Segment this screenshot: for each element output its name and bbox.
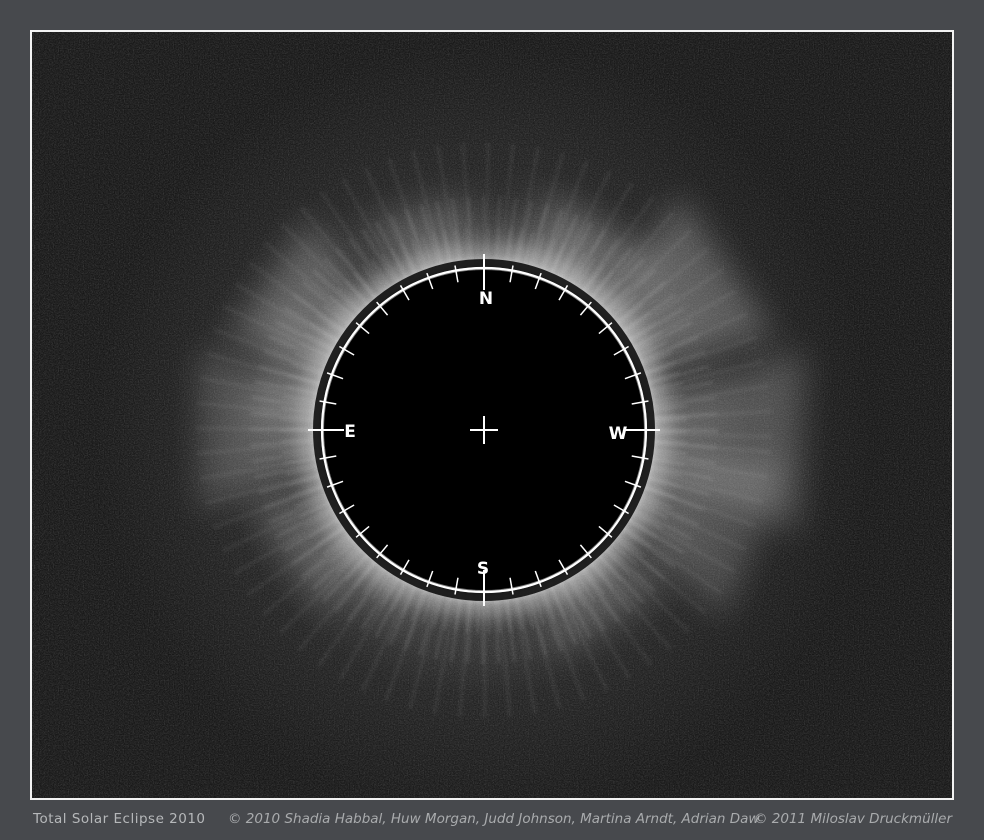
caption-bar: Total Solar Eclipse 2010 © 2010 Shadia H… [0, 800, 984, 840]
photo-title: Total Solar Eclipse 2010 [33, 811, 206, 827]
copyright-2010: © 2010 Shadia Habbal, Huw Morgan, Judd J… [228, 811, 760, 827]
north-label: N [479, 289, 493, 309]
window-frame: N E S W Total Solar Eclipse 2010 © 2010 … [0, 0, 984, 840]
eclipse-photograph: N E S W [30, 30, 954, 800]
copyright-2011: © 2011 Miloslav Druckmüller [754, 811, 952, 827]
east-label: E [344, 422, 356, 442]
eclipse-canvas: N E S W [32, 32, 952, 798]
south-label: S [477, 559, 489, 579]
west-label: W [609, 424, 628, 444]
